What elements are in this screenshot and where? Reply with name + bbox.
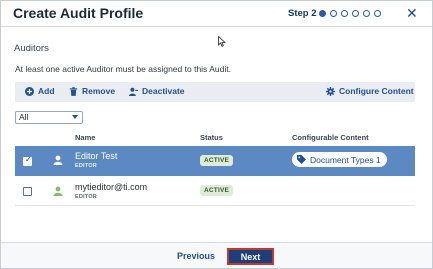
auditor-role: EDITOR: [75, 163, 97, 169]
table-row[interactable]: ✓ Editor Test EDITOR ACTIVE Document Typ…: [15, 146, 415, 176]
trash-icon: [69, 86, 78, 96]
chevron-down-icon: [72, 115, 78, 119]
add-button[interactable]: Add: [25, 86, 55, 96]
filter-select-value: All: [19, 112, 29, 122]
help-text: At least one active Auditor must be assi…: [15, 64, 231, 74]
row-checkbox[interactable]: ✓: [23, 155, 32, 166]
table-row[interactable]: mytieditor@ti.com EDITOR ACTIVE: [15, 178, 415, 206]
section-title: Auditors: [14, 43, 49, 54]
tag-icon: [297, 155, 306, 164]
configurable-content-pill[interactable]: Document Types 1: [292, 152, 387, 167]
close-icon[interactable]: ✕: [406, 5, 418, 22]
dialog-footer: Previous Next: [1, 242, 432, 268]
mouse-cursor-icon: [218, 36, 226, 47]
status-badge: ACTIVE: [200, 185, 234, 196]
step-dot-1: [319, 10, 326, 17]
create-audit-profile-dialog: Create Audit Profile Step 2 ✕ Auditors A…: [0, 0, 433, 269]
configure-content-label: Configure Content: [339, 86, 414, 96]
auditor-role: EDITOR: [75, 194, 97, 200]
status-badge: ACTIVE: [200, 155, 234, 166]
step-dot-6: [374, 10, 381, 17]
add-label: Add: [38, 86, 55, 96]
step-dot-4: [352, 10, 359, 17]
auditor-name: Editor Test: [75, 151, 118, 161]
auditor-name: mytieditor@ti.com: [75, 182, 148, 192]
step-dot-5: [363, 10, 370, 17]
auditors-toolbar: Add Remove Deactivate Configure Content: [15, 82, 415, 102]
user-minus-icon: [129, 87, 138, 96]
user-icon: [53, 155, 63, 165]
dialog-title: Create Audit Profile: [13, 5, 144, 21]
configurable-content-label: Document Types 1: [310, 154, 381, 165]
configure-content-button[interactable]: Configure Content: [326, 86, 414, 96]
step-dot-2: [330, 10, 337, 17]
step-progress-dots: [319, 10, 381, 18]
deactivate-label: Deactivate: [142, 86, 185, 96]
column-header-configurable-content: Configurable Content: [292, 133, 369, 142]
remove-label: Remove: [82, 86, 116, 96]
gear-icon: [326, 86, 335, 96]
plus-circle-icon: [25, 86, 34, 96]
dialog-header: Create Audit Profile Step 2 ✕: [1, 1, 432, 27]
column-header-name: Name: [75, 133, 96, 142]
next-button[interactable]: Next: [227, 248, 274, 265]
previous-button[interactable]: Previous: [177, 251, 215, 261]
checkmark-icon: ✓: [25, 155, 32, 164]
deactivate-button[interactable]: Deactivate: [129, 86, 185, 96]
row-checkbox[interactable]: [23, 187, 32, 196]
step-indicator-label: Step 2: [288, 8, 317, 19]
remove-button[interactable]: Remove: [69, 86, 115, 96]
step-dot-3: [341, 10, 348, 17]
column-header-status: Status: [200, 133, 223, 142]
filter-select[interactable]: All: [15, 111, 83, 124]
user-icon: [53, 186, 63, 196]
